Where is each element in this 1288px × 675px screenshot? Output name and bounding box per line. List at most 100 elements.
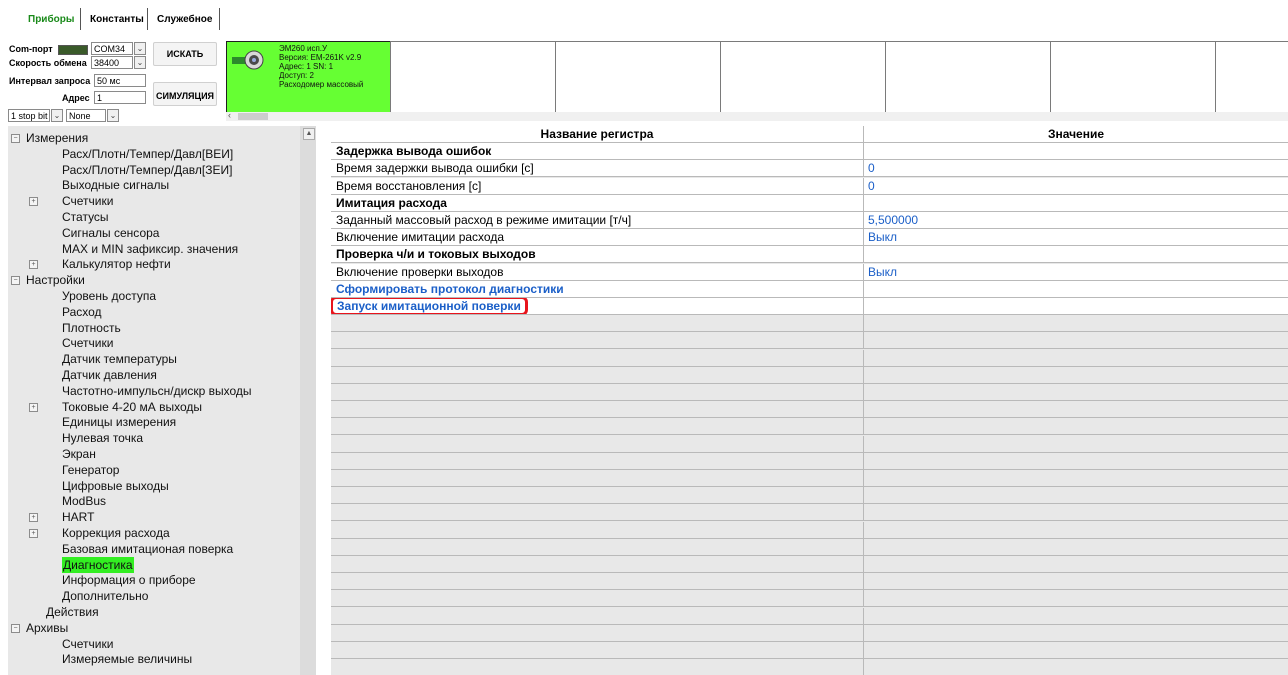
table-row[interactable]	[331, 521, 1288, 539]
tree-item[interactable]: Архивы	[26, 620, 68, 636]
tree-item[interactable]: Калькулятор нефти	[62, 256, 171, 272]
register-value-cell[interactable]: 5,500000	[863, 212, 1288, 228]
scrollbar-thumb[interactable]	[238, 113, 268, 120]
chevron-down-icon[interactable]: ⌄	[107, 109, 119, 122]
table-row[interactable]	[331, 624, 1288, 642]
register-value-cell[interactable]: Выкл	[863, 229, 1288, 246]
table-row[interactable]	[331, 470, 1288, 487]
register-value[interactable]: 0	[868, 161, 875, 175]
simulation-button[interactable]: СИМУЛЯЦИЯ	[153, 82, 217, 106]
device-slot-empty[interactable]	[720, 41, 886, 119]
tab-constants[interactable]: Константы	[90, 14, 144, 25]
tree-item[interactable]: Экран	[62, 446, 96, 462]
expand-icon[interactable]: +	[29, 513, 38, 523]
table-row[interactable]: Включение имитации расхода Выкл	[331, 229, 1288, 247]
table-row[interactable]: Задержка вывода ошибок	[331, 143, 1288, 161]
table-row[interactable]	[331, 349, 1288, 367]
tree-item[interactable]: MAX и MIN зафиксир. значения	[62, 241, 238, 257]
chevron-down-icon[interactable]: ⌄	[134, 56, 146, 69]
table-row[interactable]: Запуск имитационной поверки	[331, 298, 1288, 315]
tree-item[interactable]: Действия	[46, 604, 99, 620]
tree-item[interactable]: Генератор	[62, 462, 119, 478]
action-link[interactable]: Сформировать протокол диагностики	[336, 282, 564, 296]
register-value[interactable]: Выкл	[868, 265, 897, 279]
parity-select[interactable]: None	[66, 109, 106, 122]
table-row[interactable]	[331, 332, 1288, 350]
register-value[interactable]: 0	[868, 179, 875, 193]
table-row[interactable]	[331, 607, 1288, 625]
scroll-left-icon[interactable]: ‹	[228, 110, 231, 120]
table-row[interactable]	[331, 556, 1288, 573]
table-row[interactable]	[331, 487, 1288, 505]
column-header-value[interactable]: Значение	[863, 126, 1288, 142]
table-row[interactable]	[331, 452, 1288, 470]
table-row[interactable]	[331, 590, 1288, 608]
device-slot-empty[interactable]	[1215, 41, 1288, 119]
tree-item[interactable]: Плотность	[62, 320, 121, 336]
table-row[interactable]	[331, 418, 1288, 436]
tree-item[interactable]: Датчик температуры	[62, 351, 177, 367]
collapse-icon[interactable]: −	[11, 134, 20, 143]
expand-icon[interactable]: +	[29, 529, 38, 538]
tree-item[interactable]: Сигналы сенсора	[62, 225, 159, 241]
table-row[interactable]	[331, 573, 1288, 591]
table-row[interactable]	[331, 435, 1288, 453]
table-row[interactable]: Имитация расхода	[331, 194, 1288, 212]
splitter[interactable]	[316, 126, 331, 675]
tree-item[interactable]: Базовая имитационая поверка	[62, 541, 233, 557]
device-slot-empty[interactable]	[885, 41, 1051, 119]
table-row[interactable]: Сформировать протокол диагностики	[331, 280, 1288, 298]
tree-item[interactable]: Счетчики	[62, 193, 113, 209]
register-value-cell[interactable]: 0	[863, 160, 1288, 177]
tree-item[interactable]: Счетчики	[62, 636, 113, 652]
collapse-icon[interactable]: −	[11, 623, 20, 633]
table-row[interactable]: Включение проверки выходов Выкл	[331, 263, 1288, 281]
device-slot-empty[interactable]	[555, 41, 721, 119]
table-row[interactable]	[331, 538, 1288, 556]
stop-bits-select[interactable]: 1 stop bit	[8, 109, 50, 122]
table-row[interactable]: Заданный массовый расход в режиме имитац…	[331, 212, 1288, 229]
tab-devices[interactable]: Приборы	[28, 14, 74, 25]
chevron-down-icon[interactable]: ⌄	[134, 42, 146, 55]
table-row[interactable]	[331, 315, 1288, 333]
chevron-down-icon[interactable]: ⌄	[51, 109, 63, 122]
register-value-cell[interactable]: 0	[863, 177, 1288, 194]
register-value[interactable]: 5,500000	[868, 213, 918, 227]
tree-item[interactable]: Токовые 4-20 мА выходы	[62, 399, 202, 415]
tree-item[interactable]: Частотно-импульсн/дискр выходы	[62, 383, 252, 399]
table-row[interactable]	[331, 659, 1288, 675]
table-row[interactable]	[331, 401, 1288, 419]
tree-item[interactable]: Цифровые выходы	[62, 478, 169, 494]
expand-icon[interactable]: +	[29, 402, 38, 412]
tree-item[interactable]: Расход	[62, 304, 102, 320]
action-link[interactable]: Запуск имитационной поверки	[331, 298, 528, 314]
device-card[interactable]: ЭМ260 исп.У Версия: EM-261K v2.9 Адрес: …	[226, 41, 392, 119]
tab-service[interactable]: Служебное	[157, 14, 212, 25]
scroll-up-icon[interactable]: ▲	[303, 128, 315, 140]
expand-icon[interactable]: +	[29, 197, 38, 207]
expand-icon[interactable]: +	[29, 260, 38, 270]
device-strip-scrollbar[interactable]: ‹	[226, 110, 1288, 121]
tree-item[interactable]: Информация о приборе	[62, 572, 196, 588]
table-row[interactable]	[331, 366, 1288, 384]
tree-item[interactable]: Измеряемые величины	[62, 651, 192, 667]
tree-item[interactable]: Диагностика	[62, 556, 134, 573]
collapse-icon[interactable]: −	[11, 276, 20, 286]
com-port-select[interactable]: COM34	[91, 42, 133, 55]
table-row[interactable]: Время задержки вывода ошибки [с] 0	[331, 160, 1288, 178]
tree-item[interactable]: Статусы	[62, 209, 109, 225]
tree-item[interactable]: Счетчики	[62, 335, 113, 351]
tree-item[interactable]: Датчик давления	[62, 367, 157, 383]
device-slot-empty[interactable]	[390, 41, 556, 119]
speed-select[interactable]: 38400	[91, 56, 133, 69]
device-slot-empty[interactable]	[1050, 41, 1216, 119]
tree-item[interactable]: Уровень доступа	[62, 288, 156, 304]
table-row[interactable]	[331, 504, 1288, 522]
interval-input[interactable]: 50 мс	[94, 74, 146, 87]
tree-item[interactable]: Дополнительно	[62, 588, 148, 604]
address-input[interactable]: 1	[94, 91, 146, 104]
table-row[interactable]	[331, 642, 1288, 659]
tree-item[interactable]: HART	[62, 509, 94, 525]
tree-item[interactable]: Коррекция расхода	[62, 525, 170, 541]
tree-scrollbar[interactable]: ▲	[300, 126, 316, 675]
